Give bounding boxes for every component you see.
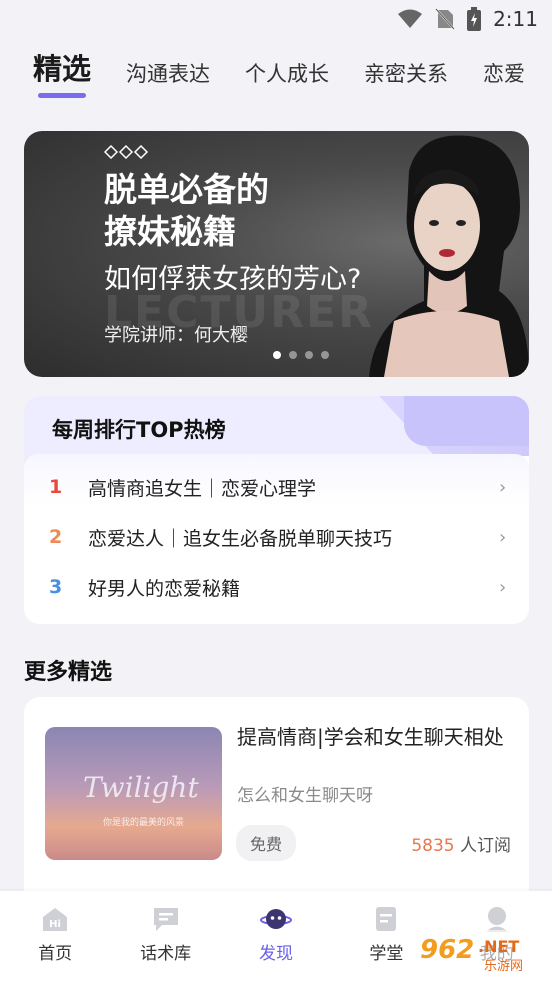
- banner-subtitle: 如何俘获女孩的芳心?: [104, 264, 362, 295]
- svg-text:Hi: Hi: [49, 919, 61, 930]
- ranking-item-text: 高情商追女生｜恋爱心理学: [88, 477, 317, 500]
- tab-featured[interactable]: 精选: [33, 46, 91, 100]
- nav-home[interactable]: Hi 首页: [10, 903, 100, 981]
- category-tabs: 精选 沟通表达 个人成长 亲密关系 恋爱: [0, 40, 552, 100]
- subscriber-count: 5835 人订阅: [411, 831, 511, 856]
- school-icon: [376, 907, 397, 931]
- course-thumbnail: Twilight 你是我的最美的风景: [45, 727, 222, 860]
- watermark-logo: 962 .NET 乐游网: [412, 930, 548, 974]
- banner-lecturer: 学院讲师：何大樱: [104, 325, 248, 346]
- nav-discover[interactable]: 发现: [231, 903, 321, 981]
- ranking-item[interactable]: 1 高情商追女生｜恋爱心理学 ›: [24, 464, 529, 510]
- subscriber-unit: 人订阅: [454, 836, 511, 856]
- tab-personal-growth[interactable]: 个人成长: [245, 58, 329, 100]
- carousel-dot[interactable]: [272, 351, 281, 359]
- battery-icon: [467, 7, 482, 31]
- course-subtitle: 怎么和女生聊天呀: [237, 786, 373, 806]
- thumbnail-caption: 你是我的最美的风景: [103, 818, 185, 828]
- ranking-list: 1 高情商追女生｜恋爱心理学 › 2 恋爱达人｜追女生必备脱单聊天技巧 › 3 …: [24, 454, 529, 624]
- carousel-dot[interactable]: [320, 351, 329, 359]
- free-badge: 免费: [236, 825, 297, 861]
- chat-icon: [153, 908, 178, 931]
- ranking-number: 1: [49, 476, 63, 498]
- ranking-header: 每周排行TOP热榜: [24, 396, 529, 466]
- promo-banner[interactable]: LECTURER 脱单必备的 撩妹秘籍 如何俘获女孩的芳心? 学院讲师：何大樱: [24, 131, 529, 377]
- course-card[interactable]: Twilight 你是我的最美的风景 提高情商|学会和女生聊天相处 怎么和女生聊…: [24, 697, 529, 917]
- nav-scripts[interactable]: 话术库: [121, 903, 211, 981]
- banner-title-line1: 脱单必备的: [104, 170, 269, 209]
- ranking-title: 每周排行TOP热榜: [52, 418, 226, 442]
- svg-text:.NET: .NET: [478, 937, 519, 956]
- ranking-number: 2: [49, 526, 63, 548]
- chevron-right-icon: ›: [499, 526, 507, 548]
- subscriber-number: 5835: [411, 836, 455, 856]
- svg-text:962: 962: [420, 935, 474, 965]
- nav-label: 首页: [38, 944, 73, 964]
- home-icon: Hi: [43, 908, 68, 931]
- discover-icon: [259, 909, 292, 929]
- ranking-item[interactable]: 2 恋爱达人｜追女生必备脱单聊天技巧 ›: [24, 514, 529, 560]
- tab-communication[interactable]: 沟通表达: [126, 58, 210, 100]
- tab-love[interactable]: 恋爱: [483, 58, 525, 100]
- nav-label: 发现: [258, 944, 293, 964]
- banner-title-line2: 撩妹秘籍: [104, 212, 236, 251]
- ranking-item[interactable]: 3 好男人的恋爱秘籍 ›: [24, 564, 529, 610]
- carousel-dots: [24, 351, 529, 359]
- course-title: 提高情商|学会和女生聊天相处: [237, 725, 504, 749]
- decor-diamonds-icon: [104, 145, 149, 159]
- no-sim-icon: [435, 8, 455, 30]
- nav-label: 学堂: [369, 944, 404, 964]
- ranking-number: 3: [49, 576, 63, 598]
- chevron-right-icon: ›: [499, 576, 507, 598]
- nav-label: 话术库: [140, 944, 192, 964]
- lecturer-photo: [369, 135, 529, 377]
- wifi-icon: [398, 9, 423, 28]
- carousel-dot[interactable]: [288, 351, 297, 359]
- status-bar: 2:11: [0, 0, 552, 38]
- ranking-item-text: 好男人的恋爱秘籍: [88, 577, 241, 600]
- weekly-ranking-card: 每周排行TOP热榜 1 高情商追女生｜恋爱心理学 › 2 恋爱达人｜追女生必备脱…: [24, 396, 529, 624]
- thumbnail-word: Twilight: [83, 771, 199, 804]
- more-picks-title: 更多精选: [24, 660, 113, 685]
- ranking-item-text: 恋爱达人｜追女生必备脱单聊天技巧: [88, 527, 393, 550]
- svg-text:乐游网: 乐游网: [484, 959, 523, 974]
- carousel-dot[interactable]: [304, 351, 313, 359]
- banner-title: 脱单必备的 撩妹秘籍: [104, 169, 269, 253]
- chevron-right-icon: ›: [499, 476, 507, 498]
- status-time: 2:11: [493, 7, 538, 31]
- tab-intimate-relations[interactable]: 亲密关系: [364, 58, 448, 100]
- ranking-header-pill: [404, 396, 529, 446]
